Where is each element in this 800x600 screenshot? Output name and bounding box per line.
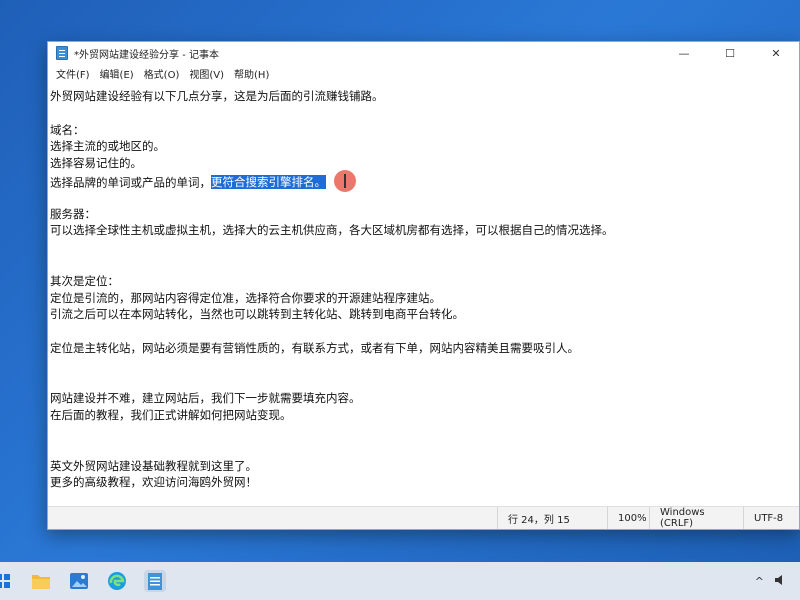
text-line: 可以选择全球性主机或虚拟主机，选择大的云主机供应商，各大区域机房都有选择，可以根…: [50, 223, 614, 238]
menu-file[interactable]: 文件(F): [52, 66, 94, 81]
window-controls: — ☐ ✕: [661, 42, 799, 64]
text-line-with-selection: 选择品牌的单词或产品的单词，更符合搜索引擎排名。: [50, 169, 785, 192]
status-bar: 行 24，列 15 100% Windows (CRLF) UTF-8: [48, 506, 799, 529]
title-bar[interactable]: *外贸网站建设经验分享 - 记事本 — ☐ ✕: [48, 42, 799, 64]
photos-icon[interactable]: [68, 570, 90, 592]
maximize-button[interactable]: ☐: [707, 42, 753, 64]
text-line: 域名：: [50, 122, 85, 137]
text-line: 更多的高级教程，欢迎访问海鸥外贸网！: [50, 475, 257, 490]
text-line: 外贸网站建设经验有以下几点分享，这是为后面的引流赚钱铺路。: [50, 89, 384, 103]
text-line: 在后面的教程，我们正式讲解如何把网站变现。: [50, 408, 292, 423]
text-line: 定位是引流的，那网站内容得定位准，选择符合你要求的开源建站程序建站。: [50, 290, 441, 305]
zoom-level: 100%: [607, 507, 649, 529]
text-line: [50, 105, 785, 122]
text-line: 网站建设并不难，建立网站后，我们下一步就需要填充内容。: [50, 391, 361, 406]
taskbar: ^: [0, 562, 800, 600]
vertical-scrollbar[interactable]: [785, 82, 799, 507]
text-cursor-icon: [334, 169, 356, 192]
line-ending: Windows (CRLF): [649, 507, 743, 529]
text-line: [50, 357, 785, 374]
notepad-window: *外贸网站建设经验分享 - 记事本 — ☐ ✕ 文件(F) 编辑(E) 格式(O…: [47, 41, 800, 530]
text-line: [50, 323, 785, 340]
notepad-icon[interactable]: [144, 570, 166, 592]
menu-format[interactable]: 格式(O): [140, 66, 184, 81]
text-line: [50, 374, 785, 391]
cursor-position: 行 24，列 15: [497, 507, 607, 529]
start-icon[interactable]: [0, 570, 14, 592]
text-line: [50, 441, 785, 458]
text-line: 其次是定位：: [50, 273, 119, 288]
minimize-button[interactable]: —: [661, 42, 707, 64]
close-button[interactable]: ✕: [753, 42, 799, 64]
text-line: 选择主流的或地区的。: [50, 139, 165, 154]
menu-bar: 文件(F) 编辑(E) 格式(O) 视图(V) 帮助(H): [48, 64, 799, 82]
text-line: 引流之后可以在本网站转化，当然也可以跳转到主转化站、跳转到电商平台转化。: [50, 307, 464, 322]
text-line: 定位是主转化站，网站必须是要有营销性质的，有联系方式，或者有下单，网站内容精美且…: [50, 340, 579, 355]
notepad-app-icon: [56, 46, 68, 60]
menu-help[interactable]: 帮助(H): [230, 66, 273, 81]
selected-text[interactable]: 更符合搜索引擎排名。: [211, 175, 326, 190]
file-explorer-icon[interactable]: [30, 570, 52, 592]
text-line: 英文外贸网站建设基础教程就到这里了。: [50, 458, 257, 473]
text-line: [50, 256, 785, 273]
speaker-icon[interactable]: [774, 574, 788, 589]
text-line: 服务器：: [50, 206, 96, 221]
text-line: [50, 239, 785, 256]
window-title: *外贸网站建设经验分享 - 记事本: [74, 49, 219, 61]
text-line: [50, 189, 785, 206]
menu-edit[interactable]: 编辑(E): [96, 66, 138, 81]
text-editor-area[interactable]: 外贸网站建设经验有以下几点分享，这是为后面的引流赚钱铺路。 域名： 选择主流的或…: [48, 82, 785, 507]
text-line: [50, 424, 785, 441]
system-tray: ^: [755, 574, 788, 589]
edge-browser-icon[interactable]: [106, 570, 128, 592]
encoding: UTF-8: [743, 507, 799, 529]
text-line: 选择容易记住的。: [50, 156, 142, 171]
menu-view[interactable]: 视图(V): [185, 66, 228, 81]
unselected-text: 选择品牌的单词或产品的单词，: [50, 175, 211, 190]
tray-chevron-icon[interactable]: ^: [755, 575, 764, 588]
